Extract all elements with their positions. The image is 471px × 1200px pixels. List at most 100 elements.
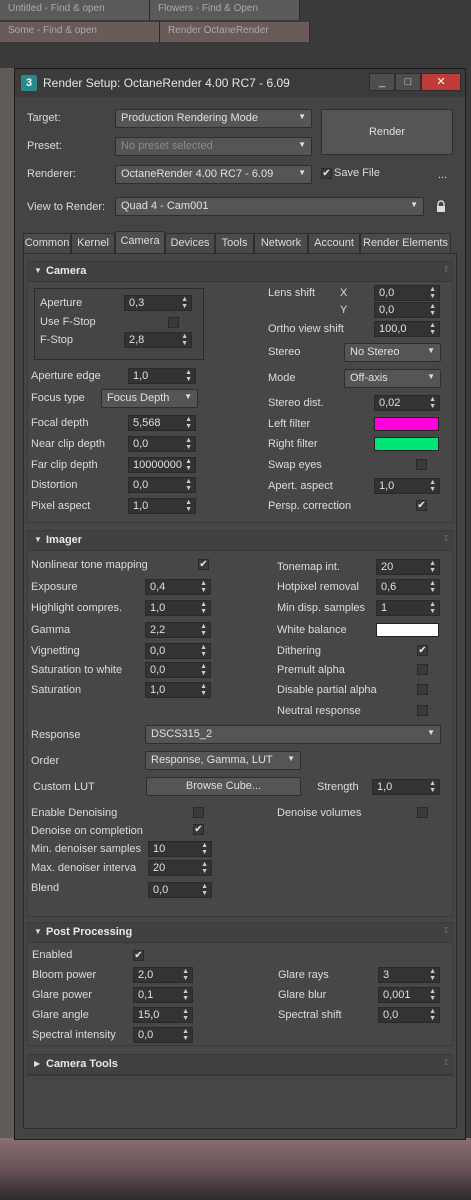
save-file-checkbox[interactable]: ✔ — [321, 168, 332, 179]
renderer-dropdown[interactable]: OctaneRender 4.00 RC7 - 6.09 ▼ — [115, 165, 312, 184]
focal-depth-label: Focal depth — [31, 417, 89, 429]
order-dropdown[interactable]: Response, Gamma, LUT ▼ — [145, 751, 301, 770]
enable-denoising-checkbox[interactable] — [193, 807, 204, 818]
nonlinear-tone-checkbox[interactable]: ✔ — [198, 559, 209, 570]
view-to-render-dropdown[interactable]: Quad 4 - Cam001 ▼ — [115, 197, 424, 216]
use-fstop-checkbox[interactable] — [168, 317, 179, 328]
saturation-white-label: Saturation to white — [31, 664, 123, 676]
post-processing-rollout-header[interactable]: ▼ Post Processing ⁞⁞ — [28, 923, 452, 943]
saturation-spinner[interactable]: 1,0 ▲ ▼ — [145, 682, 211, 698]
saturation-white-value: 0,0 — [150, 664, 166, 676]
dithering-checkbox[interactable]: ✔ — [417, 645, 428, 656]
denoise-completion-checkbox[interactable]: ✔ — [193, 824, 204, 835]
min-disp-spinner[interactable]: 1 ▲ ▼ — [376, 600, 440, 616]
premult-alpha-label: Premult alpha — [277, 664, 345, 676]
aperture-edge-spinner[interactable]: 1,0 ▲ ▼ — [128, 368, 196, 384]
preset-dropdown[interactable]: No preset selected ▼ — [115, 137, 312, 156]
blend-spinner[interactable]: 0,0 ▲ ▼ — [148, 882, 212, 898]
apert-aspect-spinner[interactable]: 1,0 ▲ ▼ — [374, 478, 440, 494]
hotpixel-spinner[interactable]: 0,6 ▲ ▼ — [376, 579, 440, 595]
saturation-value: 1,0 — [150, 684, 166, 696]
tab-kernel[interactable]: Kernel — [71, 233, 115, 253]
background-tab[interactable]: Untitled - Find & open — [0, 0, 150, 20]
focal-depth-spinner[interactable]: 5,568 ▲ ▼ — [128, 415, 196, 431]
background-tab[interactable]: Flowers - Find & Open — [150, 0, 300, 20]
spinner-arrows-icon: ▲ ▼ — [185, 416, 192, 430]
apert-aspect-value: 1,0 — [379, 480, 395, 492]
gamma-spinner[interactable]: 2,2 ▲ ▼ — [145, 622, 211, 638]
glare-blur-spinner[interactable]: 0,001 ▲ ▼ — [378, 987, 440, 1003]
vignetting-spinner[interactable]: 0,0 ▲ ▼ — [145, 643, 211, 659]
persp-correction-checkbox[interactable]: ✔ — [416, 500, 427, 511]
premult-alpha-checkbox[interactable] — [417, 664, 428, 675]
close-button[interactable]: ✕ — [421, 73, 461, 91]
disable-partial-alpha-checkbox[interactable] — [417, 684, 428, 695]
stereo-dropdown[interactable]: No Stereo ▼ — [344, 343, 441, 362]
strength-spinner[interactable]: 1,0 ▲ ▼ — [372, 779, 440, 795]
response-label: Response — [31, 729, 81, 741]
more-button[interactable]: ... — [438, 169, 447, 181]
distortion-spinner[interactable]: 0,0 ▲ ▼ — [128, 477, 196, 493]
right-filter-color-swatch[interactable] — [374, 437, 439, 451]
rollout-title: Imager — [46, 534, 83, 546]
title-bar[interactable]: 3 Render Setup: OctaneRender 4.00 RC7 - … — [15, 69, 465, 97]
max-denoiser-spinner[interactable]: 20 ▲ ▼ — [148, 860, 212, 876]
lens-shift-x-spinner[interactable]: 0,0 ▲ ▼ — [374, 285, 440, 301]
glare-rays-spinner[interactable]: 3 ▲ ▼ — [378, 967, 440, 983]
render-button[interactable]: Render — [321, 109, 453, 155]
pixel-aspect-spinner[interactable]: 1,0 ▲ ▼ — [128, 498, 196, 514]
post-processing-rollout: ▼ Post Processing ⁞⁞ Enabled ✔ Bloom pow… — [27, 922, 453, 1046]
bloom-power-spinner[interactable]: 2,0 ▲ ▼ — [133, 967, 193, 983]
highlight-spinner[interactable]: 1,0 ▲ ▼ — [145, 600, 211, 616]
target-dropdown[interactable]: Production Rendering Mode ▼ — [115, 109, 312, 128]
glare-angle-spinner[interactable]: 15,0 ▲ ▼ — [133, 1007, 193, 1023]
denoise-volumes-checkbox[interactable] — [417, 807, 428, 818]
white-balance-label: White balance — [277, 624, 347, 636]
minimize-button[interactable]: _ — [369, 73, 395, 91]
lock-icon[interactable] — [436, 200, 446, 213]
white-balance-color-swatch[interactable] — [376, 623, 439, 637]
tab-tools[interactable]: Tools — [215, 233, 254, 253]
tab-render-elements[interactable]: Render Elements — [360, 233, 451, 253]
tab-camera[interactable]: Camera — [115, 231, 165, 253]
neutral-response-checkbox[interactable] — [417, 705, 428, 716]
stereo-value: No Stereo — [350, 346, 400, 358]
maximize-button[interactable]: □ — [395, 73, 421, 91]
pixel-aspect-label: Pixel aspect — [31, 500, 91, 512]
enabled-checkbox[interactable]: ✔ — [133, 950, 144, 961]
min-denoiser-spinner[interactable]: 10 ▲ ▼ — [148, 841, 212, 857]
target-value: Production Rendering Mode — [121, 112, 258, 124]
focus-type-dropdown[interactable]: Focus Depth ▼ — [101, 389, 198, 408]
left-filter-color-swatch[interactable] — [374, 417, 439, 431]
browse-cube-button[interactable]: Browse Cube... — [146, 777, 301, 796]
rollout-title: Post Processing — [46, 926, 133, 938]
aperture-spinner[interactable]: 0,3 ▲ ▼ — [124, 295, 192, 311]
tab-common[interactable]: Common — [23, 233, 71, 253]
near-clip-spinner[interactable]: 0,0 ▲ ▼ — [128, 436, 196, 452]
imager-rollout-header[interactable]: ▼ Imager ⁞⁞ — [28, 531, 452, 551]
tab-account[interactable]: Account — [308, 233, 360, 253]
spectral-shift-spinner[interactable]: 0,0 ▲ ▼ — [378, 1007, 440, 1023]
tab-network[interactable]: Network — [254, 233, 308, 253]
lens-shift-y-spinner[interactable]: 0,0 ▲ ▼ — [374, 302, 440, 318]
camera-tools-rollout-header[interactable]: ▶ Camera Tools ⁞⁞ — [28, 1055, 452, 1075]
tonemap-spinner[interactable]: 20 ▲ ▼ — [376, 559, 440, 575]
glare-power-spinner[interactable]: 0,1 ▲ ▼ — [133, 987, 193, 1003]
far-clip-spinner[interactable]: 10000000 ▲ ▼ — [128, 457, 196, 473]
saturation-white-spinner[interactable]: 0,0 ▲ ▼ — [145, 662, 211, 678]
background-tab[interactable]: Some - Find & open — [0, 22, 160, 42]
stereo-dist-spinner[interactable]: 0,02 ▲ ▼ — [374, 395, 440, 411]
gamma-value: 2,2 — [150, 624, 166, 636]
ortho-view-shift-spinner[interactable]: 100,0 ▲ ▼ — [374, 321, 440, 337]
swap-eyes-checkbox[interactable] — [416, 459, 427, 470]
exposure-spinner[interactable]: 0,4 ▲ ▼ — [145, 579, 211, 595]
tab-devices[interactable]: Devices — [165, 233, 215, 253]
spectral-intensity-spinner[interactable]: 0,0 ▲ ▼ — [133, 1027, 193, 1043]
focal-depth-value: 5,568 — [133, 417, 161, 429]
fstop-spinner[interactable]: 2,8 ▲ ▼ — [124, 332, 192, 348]
mode-dropdown[interactable]: Off-axis ▼ — [344, 369, 441, 388]
response-dropdown[interactable]: DSCS315_2 ▼ — [145, 725, 441, 744]
background-tab[interactable]: Render OctaneRender — [160, 22, 310, 42]
camera-rollout-header[interactable]: ▼ Camera ⁞⁞ — [28, 262, 452, 282]
background-viewport-right — [466, 68, 471, 1138]
